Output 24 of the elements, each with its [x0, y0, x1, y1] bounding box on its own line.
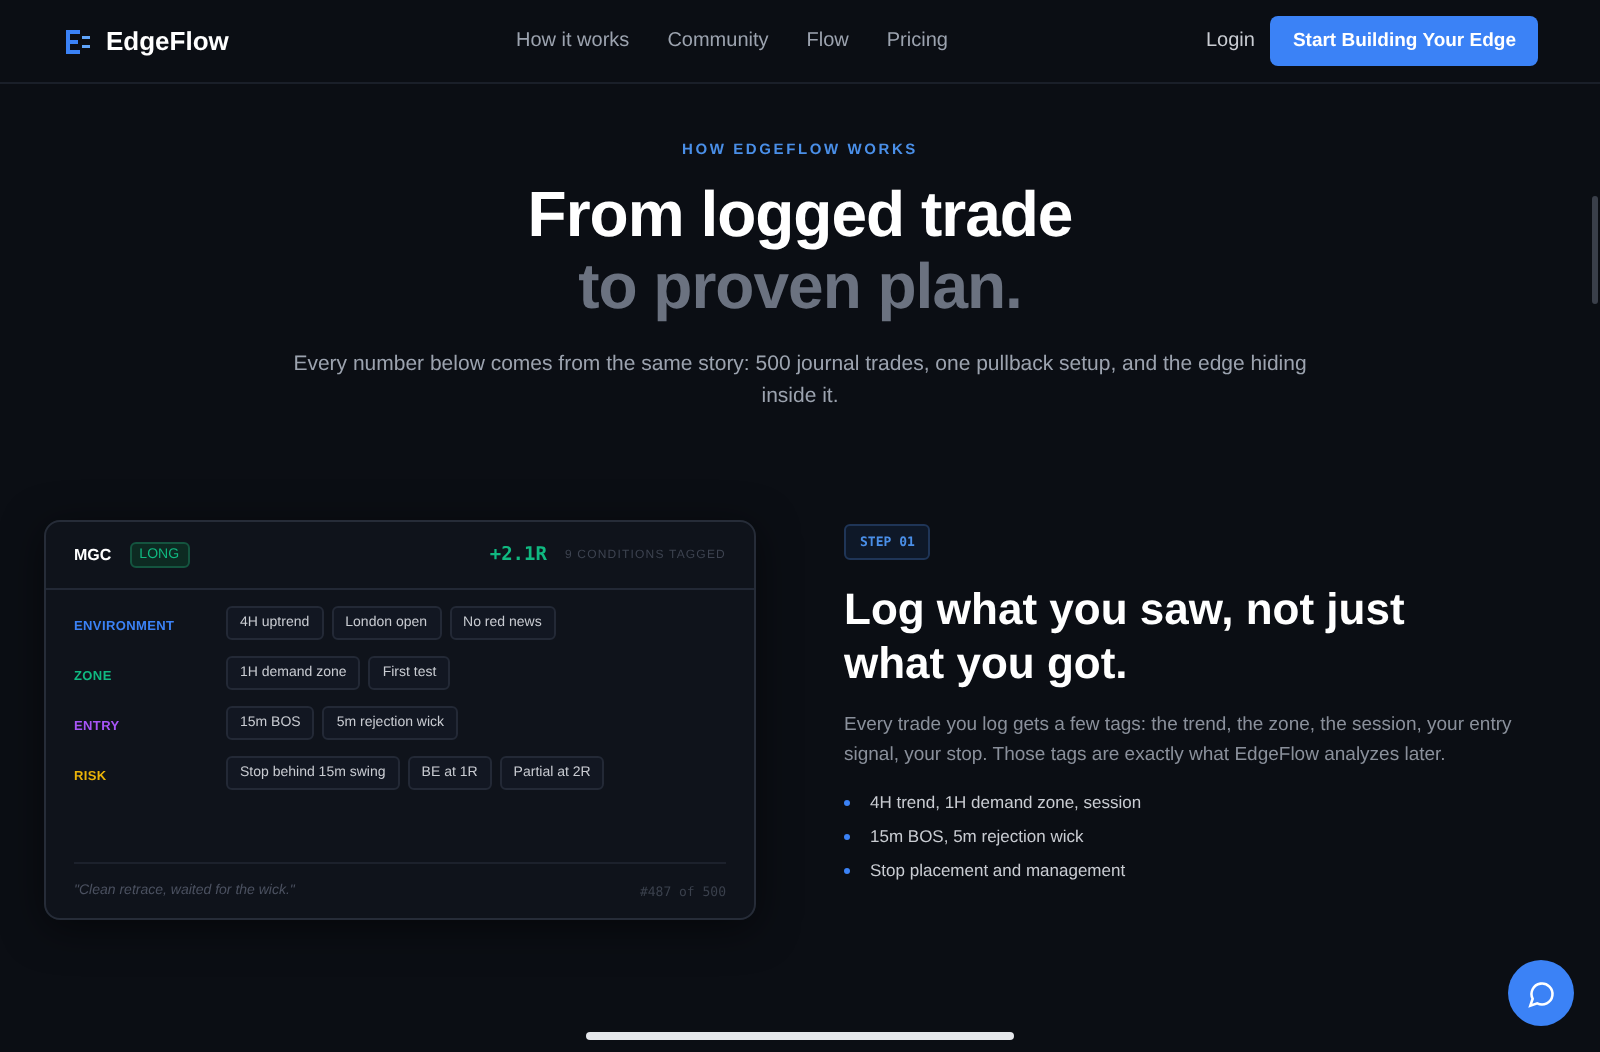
bullet-text: 4H trend, 1H demand zone, session: [870, 792, 1142, 812]
chat-icon: [1527, 979, 1555, 1007]
nav-link[interactable]: Flow: [806, 30, 849, 52]
trade-symbol: MGC: [74, 546, 112, 564]
logo-icon: [66, 29, 90, 53]
hero-title-subline: to proven plan.: [578, 250, 1022, 322]
brand-name[interactable]: EdgeFlow: [106, 26, 229, 56]
nav-link[interactable]: Pricing: [886, 30, 948, 52]
bullet-icon: [844, 833, 850, 839]
bullet-text: Stop placement and management: [870, 860, 1126, 880]
login-link[interactable]: Login: [1205, 30, 1255, 52]
bullet-icon: [844, 799, 850, 805]
trade-result: +2.1R: [489, 544, 547, 566]
scrollbar[interactable]: [1592, 196, 1598, 304]
chat-button[interactable]: [1508, 960, 1574, 1026]
bullet-text: 15m BOS, 5m rejection wick: [870, 826, 1084, 846]
nav-link[interactable]: How it works: [516, 30, 630, 52]
step-description: Every trade you log gets a few tags: the trend, the zone, the session, your entry signal, your stop. Those tags are exactly what EdgeFlow analyzes later.: [844, 712, 1514, 770]
nav-link[interactable]: Community: [667, 30, 769, 52]
cta-button[interactable]: Start Building Your Edge: [1270, 16, 1538, 66]
hero-subtitle: Every number below comes from the same story: 500 journal trades, one pullback setup, and the edge hiding inside it.: [291, 350, 1309, 412]
bullet-icon: [844, 867, 850, 873]
hero-title: From logged trade: [527, 178, 1073, 250]
step-title: Log what you saw, not just what you got.: [844, 582, 1407, 690]
